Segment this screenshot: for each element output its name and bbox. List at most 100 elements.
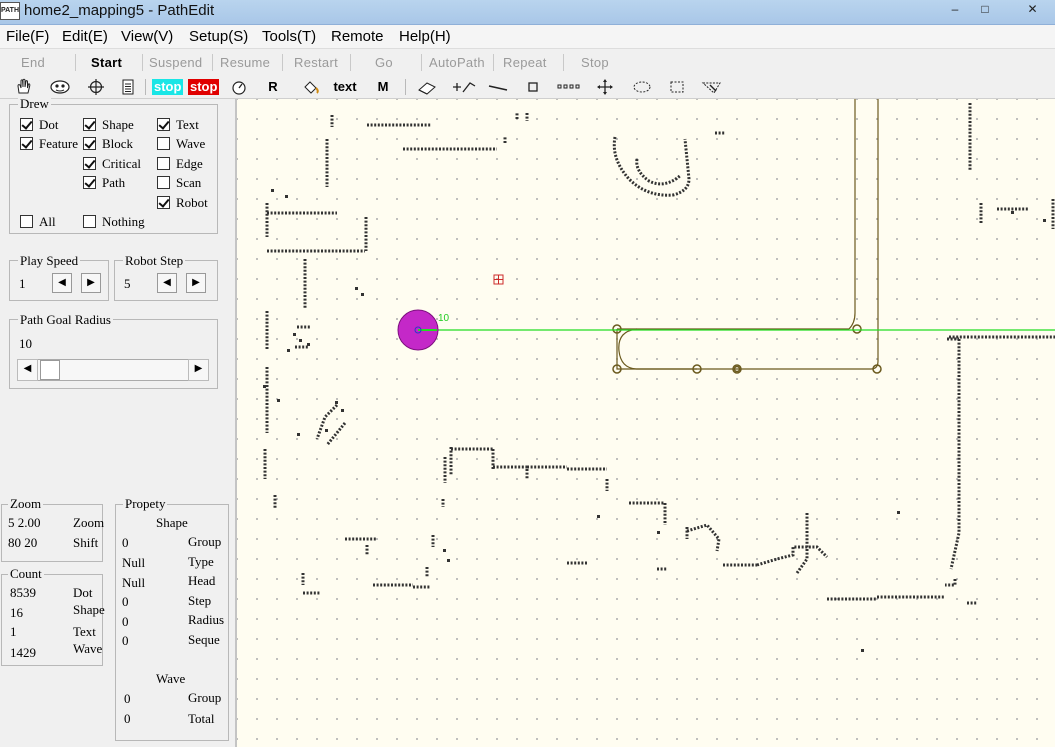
shape-count-value: 16 <box>10 605 23 620</box>
end-button[interactable]: End <box>21 55 45 70</box>
dots-icon[interactable] <box>556 78 582 96</box>
hand-icon[interactable] <box>13 78 35 96</box>
shift-value: 80 20 <box>8 535 38 550</box>
shift-field-label: Shift <box>73 535 99 550</box>
prop-head-value: Null <box>122 575 146 590</box>
checkbox-nothing[interactable]: Nothing <box>83 215 145 229</box>
play-speed-decrease-button[interactable]: ◀ <box>52 273 72 293</box>
pointer-icon[interactable] <box>700 78 724 96</box>
play-speed-value: 1 <box>19 276 26 291</box>
zoom-label: Zoom <box>8 496 44 511</box>
dot-count-value: 8539 <box>10 585 36 600</box>
maximize-button[interactable]: □ <box>970 0 1000 20</box>
autopath-button[interactable]: AutoPath <box>429 55 485 70</box>
checkbox-scan[interactable]: Scan <box>157 176 201 190</box>
prop-type-label: Type <box>188 554 214 569</box>
robot-step-decrease-button[interactable]: ◀ <box>157 273 177 293</box>
menu-help[interactable]: Help(H) <box>399 28 451 45</box>
prop-group-value: 0 <box>122 535 129 550</box>
wave-count-label: Wave <box>73 641 103 656</box>
map-scatter-dots <box>263 189 1046 652</box>
path-goal-radius-value: 10 <box>19 336 32 351</box>
text-count-value: 1 <box>10 624 17 639</box>
drew-label: Drew <box>18 96 51 111</box>
line-icon[interactable] <box>486 78 510 96</box>
wave-group-value: 0 <box>124 691 131 706</box>
shape-count-label: Shape <box>73 602 105 617</box>
stop-button[interactable]: Stop <box>581 55 609 70</box>
ellipse-icon[interactable] <box>630 78 654 96</box>
gauge-icon[interactable] <box>229 78 249 96</box>
checkbox-block[interactable]: Block <box>83 137 133 151</box>
checkbox-robot[interactable]: Robot <box>157 196 208 210</box>
wave-heading: Wave <box>156 671 186 686</box>
checkbox-feature[interactable]: Feature <box>20 137 78 151</box>
menu-view[interactable]: View(V) <box>121 28 173 45</box>
stop-cyan-button[interactable]: stop <box>152 79 184 95</box>
zoom-value: 5 2.00 <box>8 515 41 530</box>
start-button[interactable]: Start <box>91 55 122 70</box>
close-button[interactable]: ✕ <box>1010 0 1055 20</box>
eraser-icon[interactable] <box>414 78 440 96</box>
paint-icon[interactable] <box>301 78 321 96</box>
robot-step-value: 5 <box>124 276 131 291</box>
menu-remote[interactable]: Remote <box>331 28 384 45</box>
slider-right-button[interactable]: ▶ <box>188 359 209 381</box>
prop-step-label: Step <box>188 593 212 608</box>
menu-file[interactable]: File(F) <box>6 28 49 45</box>
menu-setup[interactable]: Setup(S) <box>189 28 248 45</box>
document-icon[interactable] <box>120 78 136 96</box>
wave-total-value: 0 <box>124 711 131 726</box>
text-button[interactable]: text <box>330 78 360 96</box>
path-goal-radius-slider[interactable]: ◀ ▶ <box>17 359 209 381</box>
repeat-button[interactable]: Repeat <box>503 55 547 70</box>
dot-count-label: Dot <box>73 585 93 600</box>
suspend-button[interactable]: Suspend <box>149 55 202 70</box>
window-title: home2_mapping5 - PathEdit <box>24 2 215 19</box>
checkbox-all[interactable]: All <box>20 215 56 229</box>
checkbox-dot[interactable]: Dot <box>20 118 59 132</box>
robot-step-increase-button[interactable]: ▶ <box>186 273 206 293</box>
map-canvas[interactable]: 10 <box>235 99 1055 747</box>
play-speed-increase-button[interactable]: ▶ <box>81 273 101 293</box>
robot-step-label: Robot Step <box>123 253 186 268</box>
r-button[interactable]: R <box>262 78 284 96</box>
move-icon[interactable] <box>595 78 615 96</box>
resume-button[interactable]: Resume <box>220 55 270 70</box>
menu-tools[interactable]: Tools(T) <box>262 28 316 45</box>
title-bar: PATH home2_mapping5 - PathEdit – □ ✕ <box>0 0 1055 25</box>
prop-radius-value: 0 <box>122 614 129 629</box>
zoom-group: Zoom <box>1 497 103 562</box>
target-marker <box>493 274 504 285</box>
map-paths <box>616 99 879 370</box>
checkbox-critical[interactable]: Critical <box>83 157 141 171</box>
map-svg: 10 <box>263 99 1055 652</box>
add-point-icon[interactable] <box>450 78 478 96</box>
go-button[interactable]: Go <box>375 55 393 70</box>
slider-thumb[interactable] <box>40 360 60 380</box>
menu-edit[interactable]: Edit(E) <box>62 28 108 45</box>
checkbox-wave[interactable]: Wave <box>157 137 205 151</box>
checkbox-shape[interactable]: Shape <box>83 118 134 132</box>
zoom-field-label: Zoom <box>73 515 105 530</box>
select-rect-icon[interactable] <box>667 78 687 96</box>
stop-red-button[interactable]: stop <box>188 79 220 95</box>
prop-head-label: Head <box>188 573 216 588</box>
prop-group-label: Group <box>188 534 222 549</box>
wave-total-label: Total <box>188 711 215 726</box>
checkbox-edge[interactable]: Edge <box>157 157 203 171</box>
count-label: Count <box>8 566 44 581</box>
square-icon[interactable] <box>524 78 542 96</box>
checkbox-path[interactable]: Path <box>83 176 125 190</box>
m-button[interactable]: M <box>372 78 394 96</box>
robot-label: 10 <box>438 313 450 324</box>
checkbox-text[interactable]: Text <box>157 118 199 132</box>
slider-left-button[interactable]: ◀ <box>17 359 38 381</box>
eye-icon[interactable] <box>49 78 71 96</box>
prop-seque-value: 0 <box>122 633 129 648</box>
menu-bar: File(F) Edit(E) View(V) Setup(S) Tools(T… <box>0 25 1055 49</box>
shape-heading: Shape <box>156 515 188 530</box>
crosshair-icon[interactable] <box>86 78 106 96</box>
restart-button[interactable]: Restart <box>294 55 338 70</box>
minimize-button[interactable]: – <box>940 0 970 20</box>
